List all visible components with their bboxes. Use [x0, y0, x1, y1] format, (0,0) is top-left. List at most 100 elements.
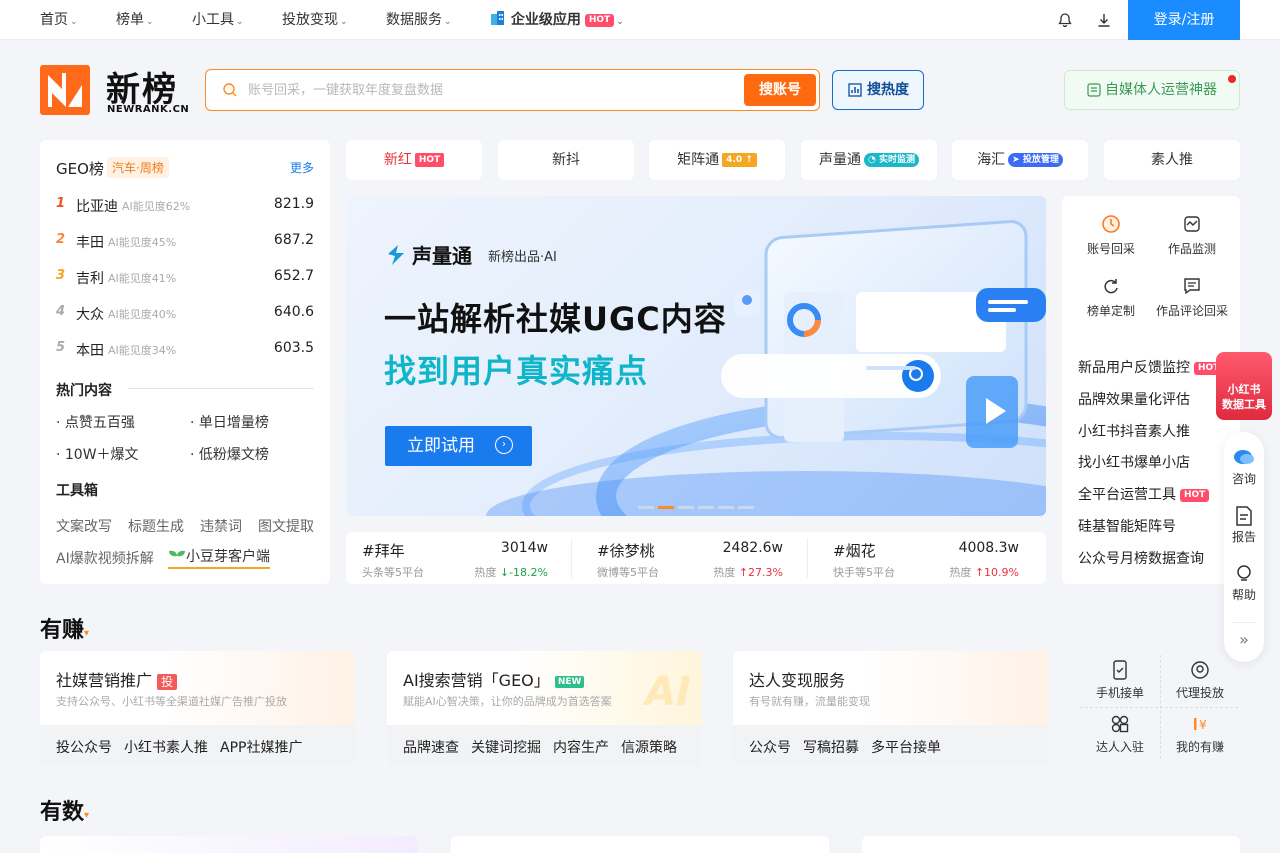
trend-label: 热度	[474, 566, 497, 579]
toolbox-link[interactable]: 违禁词	[200, 516, 242, 536]
search-input[interactable]	[248, 78, 728, 102]
right-link[interactable]: 硅基智能矩阵号	[1078, 516, 1176, 536]
quick-tool-account-backfill[interactable]: 账号回采	[1071, 214, 1151, 257]
quick-tool-comment-backfill[interactable]: 作品评论回采	[1152, 276, 1232, 319]
toolbox-link[interactable]: 标题生成	[128, 516, 184, 536]
carousel-dot[interactable]	[638, 506, 654, 509]
card-link[interactable]: 投公众号	[56, 737, 112, 757]
chevron-down-icon: ⌄	[70, 17, 78, 27]
service-card[interactable]: 达人变现服务 有号就有赚，流量能变现 公众号 写稿招募 多平台接单	[733, 651, 1048, 766]
carousel-dot[interactable]	[698, 506, 714, 509]
nav-home[interactable]: 首页 ⌄	[40, 0, 78, 40]
try-now-button[interactable]: 立即试用 ›	[385, 426, 532, 466]
my-earnings-button[interactable]: ¥ 我的有赚	[1160, 714, 1240, 755]
consult-button[interactable]: 咨询	[1224, 448, 1264, 487]
sprout-client-label: 小豆芽客户端	[186, 549, 270, 565]
data-card[interactable]	[862, 836, 1240, 853]
card-link[interactable]: 品牌速查	[403, 737, 459, 757]
earn-section-title: 有赚	[40, 618, 85, 643]
report-button[interactable]: 报告	[1224, 506, 1264, 545]
carousel-dot[interactable]	[678, 506, 694, 509]
search-heat-button[interactable]: 搜热度	[832, 70, 924, 110]
card-link[interactable]: 小红书素人推	[124, 737, 208, 757]
creator-join-button[interactable]: 达人入驻	[1080, 714, 1160, 755]
tab-xindou[interactable]: 新抖	[498, 140, 634, 180]
hot-content-link[interactable]: · 10W＋爆文	[56, 444, 139, 464]
agent-ad-button[interactable]: 代理投放	[1160, 660, 1240, 701]
hot-content-link[interactable]: · 单日增量榜	[190, 412, 269, 432]
tab-surentui[interactable]: 素人推	[1104, 140, 1240, 180]
tab-haihui[interactable]: 海汇 ➤ 投放管理	[952, 140, 1088, 180]
geo-row[interactable]: 2 丰田 AI能见度45% 687.2	[56, 232, 314, 252]
card-link[interactable]: 关键词挖掘	[471, 737, 541, 757]
card-link[interactable]: 写稿招募	[803, 737, 859, 757]
creator-tool-button[interactable]: 自媒体人运营神器	[1064, 70, 1240, 110]
help-button[interactable]: 帮助	[1224, 564, 1264, 603]
heat-chart-icon	[848, 83, 862, 97]
nav-rankings[interactable]: 榜单 ⌄	[116, 0, 154, 40]
card-desc: 赋能AI心智决策，让你的品牌成为首选答案	[403, 695, 612, 708]
tab-label: 新红	[383, 152, 412, 168]
card-link[interactable]: 内容生产	[553, 737, 609, 757]
right-link[interactable]: 品牌效果量化评估	[1078, 389, 1190, 409]
rank-number: 3	[56, 268, 66, 283]
nav-enterprise-label: 企业级应用	[510, 12, 581, 28]
nav-enterprise[interactable]: 企业级应用 HOT ⌄	[490, 0, 624, 40]
hot-content-link[interactable]: · 点赞五百强	[56, 412, 135, 432]
toolbox-link[interactable]: 图文提取	[258, 516, 314, 536]
bell-icon[interactable]	[1057, 12, 1073, 28]
geo-row[interactable]: 4 大众 AI能见度40% 640.6	[56, 304, 314, 324]
search-account-button[interactable]: 搜账号	[744, 74, 816, 106]
geo-row[interactable]: 5 本田 AI能见度34% 603.5	[56, 340, 314, 360]
right-link[interactable]: 新品用户反馈监控 HOT	[1078, 357, 1224, 377]
realtime-badge: ◔ 实时监测	[863, 153, 919, 167]
collapse-icon[interactable]: »	[1224, 630, 1264, 649]
card-badge: 投	[157, 674, 178, 690]
banner-brand: 声量通	[412, 244, 472, 268]
search-heat-label: 搜热度	[867, 82, 909, 98]
geo-more-link[interactable]: 更多	[290, 159, 314, 176]
toolbox-link[interactable]: 文案改写	[56, 516, 112, 536]
quick-tool-custom-rank[interactable]: 榜单定制	[1071, 276, 1151, 319]
logo-icon[interactable]	[40, 65, 90, 115]
geo-row[interactable]: 3 吉利 AI能见度41% 652.7	[56, 268, 314, 288]
toolbox-link[interactable]: AI爆款视频拆解	[56, 548, 154, 568]
carousel-dot[interactable]	[738, 506, 754, 509]
geo-tag[interactable]: 汽车·周榜	[107, 157, 169, 178]
card-link[interactable]: APP社媒推广	[220, 737, 302, 757]
right-link[interactable]: 全平台运营工具 HOT	[1078, 484, 1210, 504]
sprout-client-link[interactable]: 小豆芽客户端	[168, 546, 270, 569]
quick-tool-work-monitor[interactable]: 作品监测	[1152, 214, 1232, 257]
hot-topic-card[interactable]: #烟花 快手等5平台 4008.3w 热度 ↑10.9%	[833, 532, 1019, 584]
card-link[interactable]: 信源策略	[621, 737, 677, 757]
hot-topic-card[interactable]: #徐梦桃 微博等5平台 2482.6w 热度 ↑27.3%	[597, 532, 783, 584]
download-icon[interactable]	[1096, 12, 1112, 28]
nav-tools[interactable]: 小工具 ⌄	[192, 0, 244, 40]
tab-xinhong[interactable]: 新红 HOT	[346, 140, 482, 180]
promo-banner[interactable]: 声量通 新榜出品·AI 一站解析社媒UGC内容 找到用户真实痛点 立即试用 ›	[346, 196, 1046, 516]
service-card[interactable]: 社媒营销推广 投 支持公众号、小红书等全渠道社媒广告推广投放 投公众号 小红书素…	[40, 651, 355, 766]
data-card[interactable]	[40, 836, 418, 853]
carousel-dot-active[interactable]	[658, 506, 674, 509]
login-button[interactable]: 登录/注册	[1128, 0, 1240, 40]
carousel-dot[interactable]	[718, 506, 734, 509]
hot-topic-card[interactable]: #拜年 头条等5平台 3014w 热度 ↓-18.2%	[362, 532, 548, 584]
data-card[interactable]	[451, 836, 829, 853]
nav-ads[interactable]: 投放变现 ⌄	[282, 0, 348, 40]
nav-home-label: 首页	[40, 12, 68, 28]
right-link[interactable]: 找小红书爆单小店	[1078, 452, 1190, 472]
rank-name: 比亚迪	[76, 199, 118, 215]
mobile-order-button[interactable]: 手机接单	[1080, 660, 1160, 701]
card-link[interactable]: 多平台接单	[871, 737, 941, 757]
geo-row[interactable]: 1 比亚迪 AI能见度62% 821.9	[56, 196, 314, 216]
right-link[interactable]: 公众号月榜数据查询	[1078, 548, 1204, 568]
card-title-text: AI搜索营销「GEO」	[403, 671, 550, 690]
service-card[interactable]: AI AI搜索营销「GEO」 NEW 赋能AI心智决策，让你的品牌成为首选答案 …	[387, 651, 702, 766]
tab-shengliangtong[interactable]: 声量通 ◔ 实时监测	[801, 140, 937, 180]
tab-juzhentong[interactable]: 矩阵通 4.0 ↑	[649, 140, 785, 180]
card-link[interactable]: 公众号	[749, 737, 791, 757]
right-link[interactable]: 小红书抖音素人推	[1078, 421, 1190, 441]
xiaohongshu-tool-promo[interactable]: 小红书 数据工具	[1216, 352, 1272, 420]
hot-content-link[interactable]: · 低粉爆文榜	[190, 444, 269, 464]
nav-data[interactable]: 数据服务 ⌄	[386, 0, 452, 40]
